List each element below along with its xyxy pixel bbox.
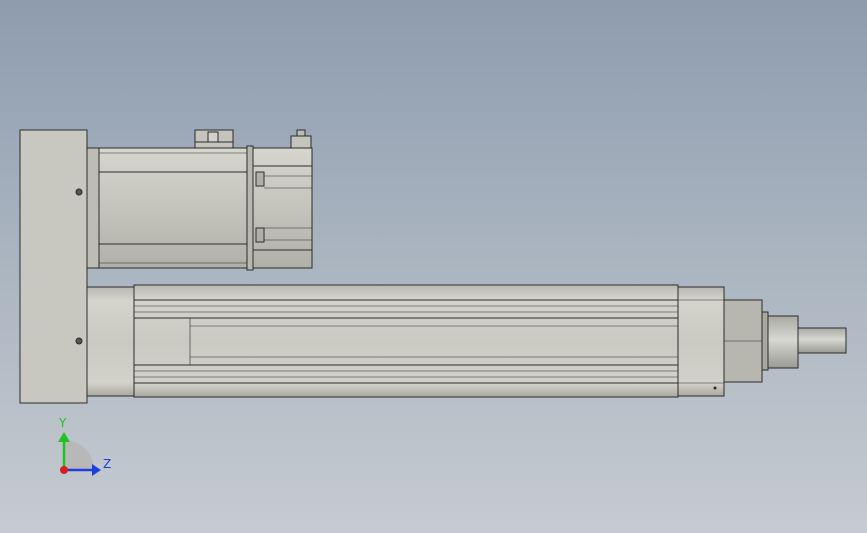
triad-plane (64, 440, 94, 470)
motor-connector[interactable] (194, 129, 234, 149)
actuator-body[interactable] (86, 284, 725, 398)
servo-motor[interactable] (86, 145, 313, 271)
rod-end[interactable] (723, 299, 847, 383)
z-axis-label: Z (103, 457, 111, 471)
y-axis-label: Y (58, 416, 67, 430)
coordinate-triad: Y Z (58, 416, 111, 476)
cad-viewport[interactable]: Y Z (0, 0, 867, 533)
encoder-connector[interactable] (290, 129, 312, 149)
mounting-hole-upper (75, 188, 83, 196)
x-axis-point (60, 466, 68, 474)
actuator-model[interactable] (19, 129, 847, 404)
mounting-hole-lower (75, 337, 83, 345)
mounting-plate[interactable] (19, 129, 88, 404)
